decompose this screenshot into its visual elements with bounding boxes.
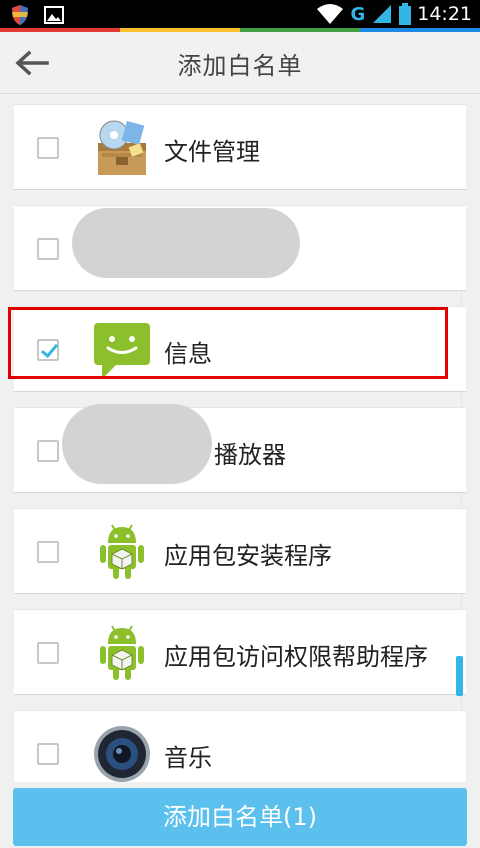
list-item[interactable]: 音乐	[14, 710, 466, 782]
item-checkbox[interactable]	[37, 137, 59, 159]
item-checkbox[interactable]	[37, 238, 59, 260]
item-checkbox[interactable]	[37, 541, 59, 563]
item-checkbox[interactable]	[37, 642, 59, 664]
list-item[interactable]: 应用包访问权限帮助程序	[14, 609, 466, 695]
item-checkbox[interactable]	[37, 440, 59, 462]
file-manager-icon	[98, 120, 146, 175]
app-name: 应用包访问权限帮助程序	[164, 643, 428, 671]
list-item[interactable]	[14, 205, 466, 291]
redacted-app-icon	[62, 404, 212, 484]
image-notification-icon	[44, 6, 64, 24]
list-item[interactable]: 文件管理	[14, 104, 466, 190]
messaging-icon	[94, 323, 150, 379]
app-bar: 添加白名单	[0, 32, 480, 94]
battery-icon	[399, 3, 412, 25]
app-name: 文件管理	[164, 138, 260, 166]
list-item[interactable]: 播放器	[14, 404, 466, 493]
app-name: 信息	[164, 340, 212, 368]
item-checkbox[interactable]	[37, 339, 59, 361]
music-speaker-icon	[94, 726, 150, 782]
network-type-label: G	[350, 3, 366, 25]
shield-icon	[12, 5, 28, 25]
android-package-icon	[100, 524, 144, 579]
redacted-app-icon	[72, 208, 300, 278]
signal-icon	[373, 5, 392, 23]
list-item[interactable]: 应用包安装程序	[14, 508, 466, 594]
page-title: 添加白名单	[177, 52, 303, 80]
clock: 14:21	[417, 3, 472, 25]
app-name: 播放器	[214, 441, 286, 469]
scrollbar-thumb[interactable]	[456, 656, 463, 696]
item-checkbox[interactable]	[37, 743, 59, 765]
app-name: 音乐	[164, 744, 212, 772]
add-whitelist-button[interactable]: 添加白名单(1)	[13, 788, 467, 846]
status-bar: G 14:21	[0, 0, 480, 28]
android-package-icon	[100, 625, 144, 680]
app-name: 应用包安装程序	[164, 542, 332, 570]
wifi-icon	[317, 4, 344, 24]
list-item[interactable]: 信息	[14, 306, 466, 392]
app-list[interactable]: 文件管理 信息 播放器 应用包安装程序 应用包访问权限帮助程序 音乐	[0, 94, 480, 782]
